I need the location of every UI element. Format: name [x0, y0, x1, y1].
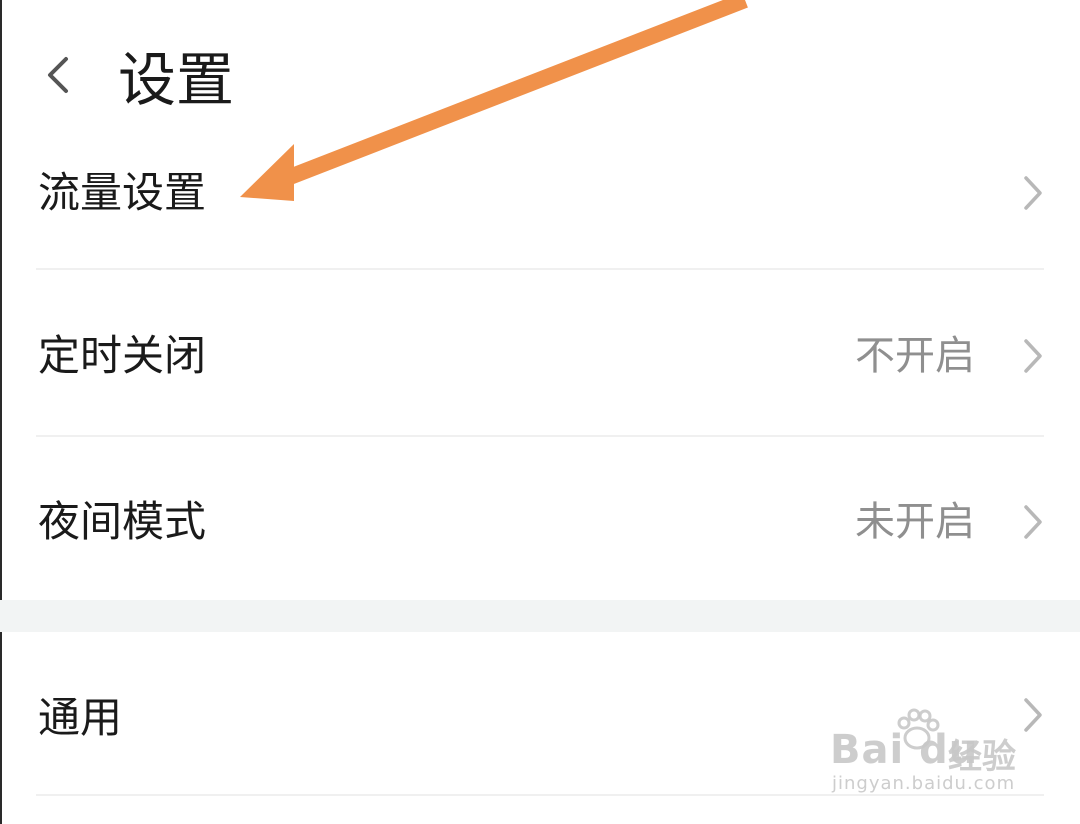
- settings-row-night-mode[interactable]: 夜间模式 未开启: [0, 437, 1080, 600]
- section-separator: [0, 600, 1080, 632]
- settings-row-label: 夜间模式: [38, 497, 207, 546]
- watermark-sub: 经验: [948, 737, 1016, 777]
- back-button[interactable]: [30, 45, 90, 105]
- settings-row-value: 不开启: [855, 333, 975, 379]
- watermark-url: jingyan.baidu.com: [832, 773, 1016, 794]
- chevron-right-icon: [1014, 331, 1054, 381]
- settings-row-value: 未开启: [855, 499, 975, 545]
- page-title: 设置: [118, 46, 235, 114]
- settings-row-label: 流量设置: [38, 168, 207, 217]
- settings-row-label: 定时关闭: [38, 331, 207, 380]
- chevron-right-icon: [1014, 497, 1054, 547]
- settings-row-traffic[interactable]: 流量设置: [0, 162, 1080, 270]
- baidu-watermark: Bai du 经验 jingyan.baidu.com: [830, 705, 1030, 805]
- header: 设置: [0, 0, 1080, 150]
- chevron-left-icon: [48, 57, 68, 93]
- paw-icon: [897, 708, 940, 750]
- settings-row-label: 通用: [38, 693, 123, 742]
- chevron-right-icon: [1014, 168, 1054, 218]
- settings-row-timer-close[interactable]: 定时关闭 不开启: [0, 270, 1080, 435]
